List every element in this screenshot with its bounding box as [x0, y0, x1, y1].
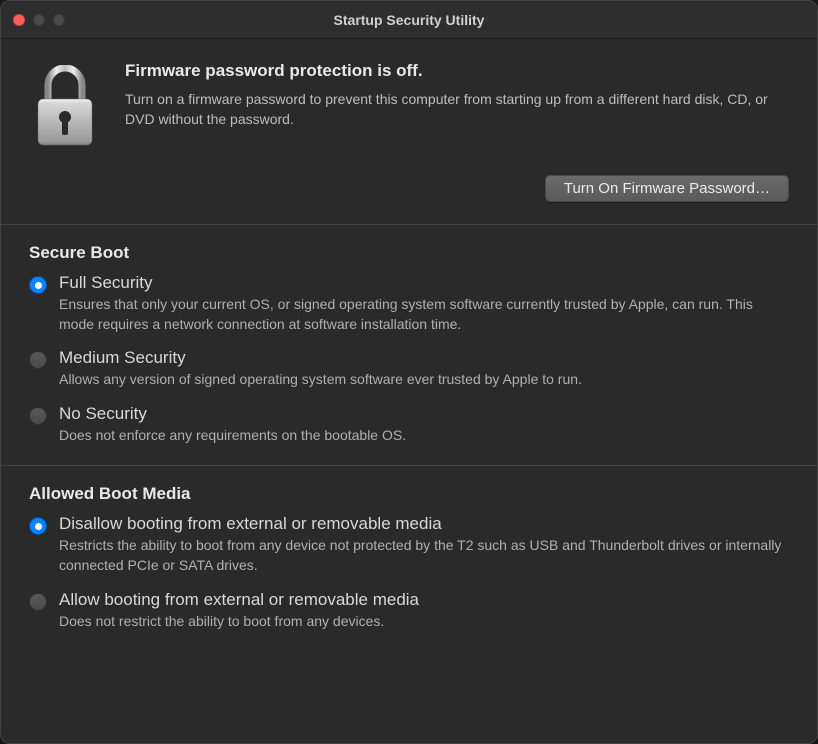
boot-media-allow[interactable]: Allow booting from external or removable…: [29, 590, 789, 632]
radio-label: Disallow booting from external or remova…: [59, 514, 789, 534]
boot-media-disallow[interactable]: Disallow booting from external or remova…: [29, 514, 789, 575]
secure-boot-medium-security[interactable]: Medium Security Allows any version of si…: [29, 348, 789, 390]
radio-unselected-icon: [29, 407, 47, 425]
titlebar: Startup Security Utility: [1, 1, 817, 39]
secure-boot-no-security[interactable]: No Security Does not enforce any require…: [29, 404, 789, 446]
startup-security-window: Startup Security Utility: [0, 0, 818, 744]
radio-label: No Security: [59, 404, 789, 424]
traffic-lights: [13, 14, 65, 26]
radio-unselected-icon: [29, 351, 47, 369]
maximize-button[interactable]: [53, 14, 65, 26]
minimize-button[interactable]: [33, 14, 45, 26]
boot-media-title: Allowed Boot Media: [29, 484, 789, 504]
radio-description: Allows any version of signed operating s…: [59, 370, 789, 390]
firmware-description: Turn on a firmware password to prevent t…: [125, 89, 789, 130]
radio-selected-icon: [29, 517, 47, 535]
lock-icon: [29, 61, 101, 147]
radio-description: Does not restrict the ability to boot fr…: [59, 612, 789, 632]
firmware-text: Firmware password protection is off. Tur…: [125, 61, 789, 147]
radio-description: Ensures that only your current OS, or si…: [59, 295, 789, 334]
radio-description: Does not enforce any requirements on the…: [59, 426, 789, 446]
window-title: Startup Security Utility: [1, 12, 817, 28]
secure-boot-full-security[interactable]: Full Security Ensures that only your cur…: [29, 273, 789, 334]
firmware-heading: Firmware password protection is off.: [125, 61, 789, 81]
radio-description: Restricts the ability to boot from any d…: [59, 536, 789, 575]
content: Firmware password protection is off. Tur…: [1, 39, 817, 743]
close-button[interactable]: [13, 14, 25, 26]
radio-label: Full Security: [59, 273, 789, 293]
secure-boot-section: Secure Boot Full Security Ensures that o…: [1, 225, 817, 466]
firmware-section: Firmware password protection is off. Tur…: [1, 39, 817, 225]
secure-boot-title: Secure Boot: [29, 243, 789, 263]
radio-label: Medium Security: [59, 348, 789, 368]
radio-label: Allow booting from external or removable…: [59, 590, 789, 610]
boot-media-section: Allowed Boot Media Disallow booting from…: [1, 466, 817, 651]
radio-unselected-icon: [29, 593, 47, 611]
radio-selected-icon: [29, 276, 47, 294]
turn-on-firmware-password-button[interactable]: Turn On Firmware Password…: [545, 175, 789, 202]
